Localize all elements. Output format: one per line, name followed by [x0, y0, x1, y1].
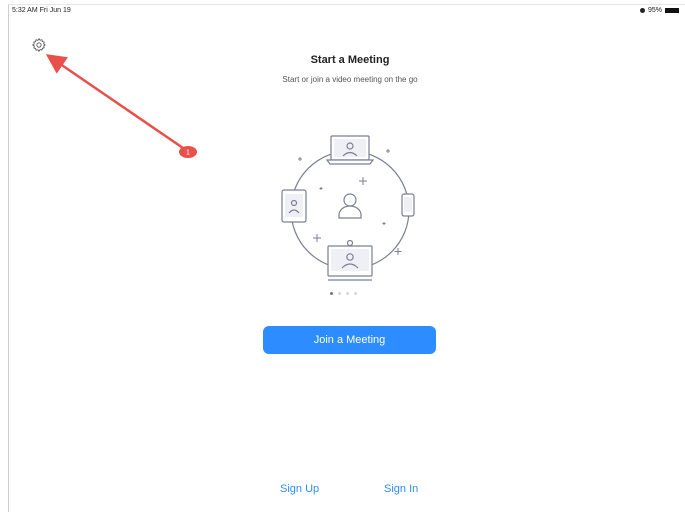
page-subtitle: Start or join a video meeting on the go — [282, 75, 418, 84]
tablet-icon — [281, 189, 307, 223]
status-time: 5:32 AM Fri Jun 19 — [12, 7, 71, 14]
monitor-icon — [327, 239, 373, 281]
status-right: 95% — [639, 7, 679, 14]
battery-percent: 95% — [647, 7, 662, 14]
settings-button[interactable] — [31, 37, 47, 53]
carousel-dot[interactable] — [346, 292, 349, 295]
alarm-icon — [639, 8, 645, 13]
laptop-icon — [325, 135, 375, 165]
gear-icon — [32, 38, 46, 52]
join-meeting-button[interactable]: Join a Meeting — [263, 326, 436, 354]
sparkle-icons — [298, 149, 402, 255]
person-icon — [338, 193, 362, 219]
carousel-indicator[interactable] — [330, 292, 357, 295]
sign-in-link[interactable]: Sign In — [384, 483, 418, 495]
phone-icon — [401, 193, 415, 217]
carousel-dot[interactable] — [354, 292, 357, 295]
carousel-dot[interactable] — [338, 292, 341, 295]
carousel-dot[interactable] — [330, 292, 333, 295]
meeting-illustration — [281, 135, 415, 281]
page-title: Start a Meeting — [310, 54, 390, 66]
status-bar: 5:32 AM Fri Jun 19 95% — [8, 6, 683, 18]
sign-up-link[interactable]: Sign Up — [280, 483, 319, 495]
battery-icon — [665, 8, 679, 13]
